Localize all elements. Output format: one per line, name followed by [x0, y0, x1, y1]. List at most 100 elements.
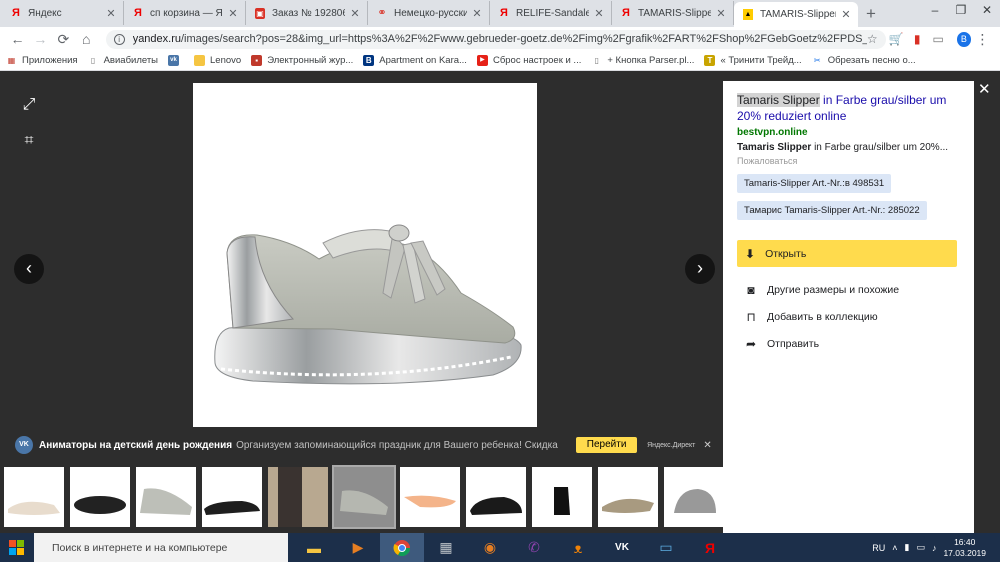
- bookmark-apps[interactable]: ▦ Приложения: [6, 55, 78, 66]
- main-image[interactable]: [193, 83, 537, 427]
- signal-icon[interactable]: ▮: [904, 542, 909, 553]
- bookmark-apartment[interactable]: B Apartment on Kara...: [363, 55, 467, 66]
- url-path: /images/search?pos=28&img_url=https%3A%2…: [181, 33, 867, 45]
- media-icon[interactable]: ▶: [336, 533, 380, 562]
- action-share[interactable]: ➦ Отправить: [737, 337, 960, 351]
- reload-icon[interactable]: ⟳: [52, 31, 75, 48]
- calculator-icon[interactable]: ▦: [424, 533, 468, 562]
- result-title[interactable]: Tamaris Slipper in Farbe grau/silber um …: [737, 92, 960, 124]
- tab-3[interactable]: ⚭ Немецко-русский ✕: [368, 1, 490, 25]
- new-tab-button[interactable]: +: [858, 2, 884, 26]
- maximize-icon[interactable]: ❐: [948, 0, 974, 20]
- flag-icon[interactable]: ▮: [907, 32, 928, 46]
- monitor-icon[interactable]: ▭: [644, 533, 688, 562]
- ad-go-button[interactable]: Перейти: [576, 437, 638, 453]
- tab-5[interactable]: Я TAMARIS-Slipper A ✕: [612, 1, 734, 25]
- cart-icon[interactable]: 🛒: [886, 32, 907, 46]
- action-label: Другие размеры и похожие: [767, 284, 900, 296]
- minimize-icon[interactable]: –: [922, 0, 948, 20]
- tab-1[interactable]: Ясп корзина — Янд ✕: [124, 1, 246, 25]
- close-icon[interactable]: ✕: [715, 7, 727, 20]
- clock[interactable]: 16:40 17.03.2019: [943, 537, 986, 559]
- thumbnail-5[interactable]: [332, 465, 396, 529]
- bookmark-scissors[interactable]: ✂ Обрезать песню о...: [812, 55, 916, 66]
- firefox-icon[interactable]: ◉: [468, 533, 512, 562]
- clock-time: 16:40: [954, 536, 976, 547]
- viber-icon[interactable]: ✆: [512, 533, 556, 562]
- close-icon[interactable]: ✕: [840, 8, 852, 21]
- close-icon[interactable]: ✕: [593, 7, 605, 20]
- tab-0[interactable]: Я Яндекс ✕: [2, 1, 124, 25]
- vk-icon[interactable]: VK: [600, 533, 644, 562]
- thumbnail-1[interactable]: [70, 467, 130, 527]
- home-icon[interactable]: ⌂: [75, 31, 98, 47]
- result-domain[interactable]: bestvpn.online: [737, 127, 960, 138]
- bookmark-parser[interactable]: ▯ + Кнопка Parser.pl...: [591, 55, 695, 66]
- start-button[interactable]: [0, 533, 34, 562]
- star-icon[interactable]: ☆: [867, 32, 878, 46]
- close-window-icon[interactable]: ✕: [974, 0, 1000, 20]
- tab-title: Немецко-русский: [394, 7, 467, 19]
- open-button[interactable]: ⬇ Открыть: [737, 240, 957, 267]
- back-icon[interactable]: ←: [6, 31, 29, 47]
- close-icon[interactable]: ✕: [227, 7, 239, 20]
- chevron-up-icon[interactable]: ˄: [892, 543, 897, 553]
- thumbnail-6[interactable]: [400, 467, 460, 527]
- volume-icon[interactable]: ♪: [932, 543, 937, 553]
- bookmark-label: Apartment on Kara...: [379, 55, 467, 66]
- action-collection[interactable]: ⊓ Добавить в коллекцию: [737, 310, 960, 324]
- tab-2[interactable]: ▣ Заказ № 1928067 ✕: [246, 1, 368, 25]
- tab-6[interactable]: ▲ TAMARIS-Slipper A ✕: [734, 2, 858, 27]
- thumbnail-4[interactable]: [268, 467, 328, 527]
- yandex-icon: Я: [500, 6, 508, 19]
- thumbnail-9[interactable]: [598, 467, 658, 527]
- chrome-icon[interactable]: [380, 533, 424, 562]
- info-icon[interactable]: i: [113, 33, 125, 45]
- close-icon[interactable]: ✕: [349, 7, 361, 20]
- bookmark-label: Обрезать песню о...: [827, 55, 916, 66]
- prev-arrow[interactable]: ‹: [14, 254, 44, 284]
- ad-description: Организуем запоминающийся праздник для В…: [236, 439, 560, 451]
- thumbnail-10[interactable]: [664, 467, 723, 527]
- desc-rest: in Farbe grau/silber um 20%...: [811, 142, 949, 153]
- menu-icon[interactable]: ⋮: [971, 31, 994, 48]
- avatar[interactable]: B: [956, 31, 972, 47]
- fullscreen-icon[interactable]: ⤢: [16, 92, 42, 118]
- action-similar[interactable]: ◙ Другие размеры и похожие: [737, 283, 960, 297]
- thumbnail-7[interactable]: [466, 467, 526, 527]
- explorer-icon[interactable]: ▬: [292, 533, 336, 562]
- url-text[interactable]: yandex.ru/images/search?pos=28&img_url=h…: [133, 33, 867, 45]
- complain-link[interactable]: Пожаловаться: [737, 156, 960, 166]
- tab-4[interactable]: Я RELIFE-Sandale Ap ✕: [490, 1, 612, 25]
- tab-title: сп корзина — Янд: [150, 7, 223, 19]
- forward-icon[interactable]: →: [29, 31, 52, 47]
- bookmark-youtube[interactable]: ▶ Сброс настроек и ...: [476, 55, 581, 66]
- ad-title[interactable]: Аниматоры на детский день рождения: [39, 440, 232, 451]
- address-bar[interactable]: i yandex.ru/images/search?pos=28&img_url…: [105, 29, 886, 49]
- thumbnail-0[interactable]: [4, 467, 64, 527]
- bookmark-label: Lenovo: [210, 55, 242, 66]
- crop-icon[interactable]: ⌗: [16, 128, 42, 154]
- extension-icon[interactable]: ▭: [928, 32, 949, 46]
- bookmark-journal[interactable]: ▪ Электронный жур...: [251, 55, 353, 66]
- related-chip-0[interactable]: Tamaris-Slipper Art.-Nr.:в 498531: [737, 174, 892, 193]
- bookmark-trinity[interactable]: T « Тринити Трейд...: [704, 55, 802, 66]
- bookmark-lenovo[interactable]: Lenovo: [194, 55, 241, 66]
- next-arrow[interactable]: ›: [685, 254, 715, 284]
- language-indicator[interactable]: RU: [872, 543, 885, 553]
- monitor-tray-icon[interactable]: ▭: [916, 542, 925, 553]
- close-icon[interactable]: ✕: [703, 440, 711, 451]
- bookmark-avia[interactable]: ▯ Авиабилеты: [88, 55, 158, 66]
- close-icon[interactable]: ✕: [105, 7, 117, 20]
- related-chip-1[interactable]: Тамарис Tamaris-Slipper Art.-Nr.: 285022: [737, 201, 927, 220]
- close-icon[interactable]: ✕: [471, 7, 483, 20]
- taskbar-search[interactable]: Поиск в интернете и на компьютере: [34, 533, 288, 562]
- bookmark-vk[interactable]: vk: [168, 55, 184, 66]
- dict-icon: ⚭: [377, 6, 387, 19]
- close-viewer-icon[interactable]: ✕: [978, 80, 991, 98]
- yandex-icon[interactable]: Я: [688, 533, 732, 562]
- thumbnail-2[interactable]: [136, 467, 196, 527]
- thumbnail-3[interactable]: [202, 467, 262, 527]
- odnoklassniki-icon[interactable]: ᴥ: [556, 533, 600, 562]
- thumbnail-8[interactable]: [532, 467, 592, 527]
